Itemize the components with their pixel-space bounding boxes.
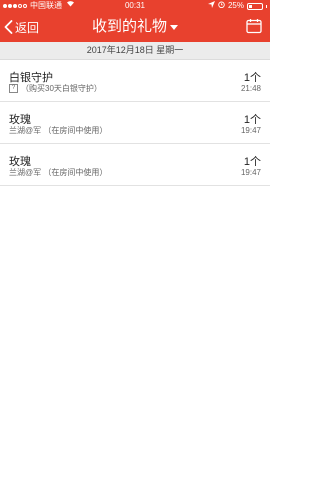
status-bar: 中国联通 00:31 25% <box>0 0 270 12</box>
title-area: 收到的礼物 <box>0 17 270 37</box>
gift-detail: 兰湖@军 （在房间中使用） <box>9 126 108 135</box>
gift-time: 19:47 <box>240 168 261 177</box>
alarm-icon <box>218 0 225 12</box>
page-title: 收到的礼物 <box>91 18 167 35</box>
app-header: 中国联通 00:31 25% 返回 收到的礼物 <box>0 0 270 42</box>
title-dropdown[interactable]: 收到的礼物 <box>92 17 178 37</box>
location-icon <box>207 0 215 12</box>
status-right: 25% <box>207 0 267 12</box>
gift-detail: ? （购买30天白银守护） <box>9 83 102 94</box>
calendar-button[interactable] <box>246 18 262 34</box>
gift-detail-text: （购买30天白银守护） <box>21 84 102 93</box>
gift-row[interactable]: 玫瑰 兰湖@军 （在房间中使用） 1个 19:47 <box>0 144 270 186</box>
back-button[interactable]: 返回 <box>4 17 39 37</box>
battery-level <box>249 4 252 8</box>
gift-count: 1个 <box>243 156 261 168</box>
gift-time: 21:48 <box>240 84 261 93</box>
battery-cap <box>266 4 267 8</box>
calendar-icon <box>246 19 262 34</box>
gift-detail: 兰湖@军 （在房间中使用） <box>9 168 108 177</box>
gift-count: 1个 <box>243 72 261 84</box>
dropdown-caret-icon <box>170 24 178 30</box>
gift-row[interactable]: 玫瑰 兰湖@军 （在房间中使用） 1个 19:47 <box>0 102 270 144</box>
gift-count: 1个 <box>243 114 261 126</box>
back-chevron-icon <box>4 20 13 34</box>
gift-time: 19:47 <box>240 126 261 135</box>
nav-bar: 返回 收到的礼物 <box>0 12 270 42</box>
battery-percent: 25% <box>227 1 244 10</box>
date-header: 2017年12月18日 星期一 <box>0 42 270 60</box>
gift-list: 白银守护 ? （购买30天白银守护） 1个 21:48 玫瑰 兰湖@军 （在房间… <box>0 60 270 186</box>
gift-row[interactable]: 白银守护 ? （购买30天白银守护） 1个 21:48 <box>0 60 270 102</box>
question-icon: ? <box>9 84 18 93</box>
back-label: 返回 <box>15 20 40 35</box>
battery-icon <box>247 2 263 10</box>
